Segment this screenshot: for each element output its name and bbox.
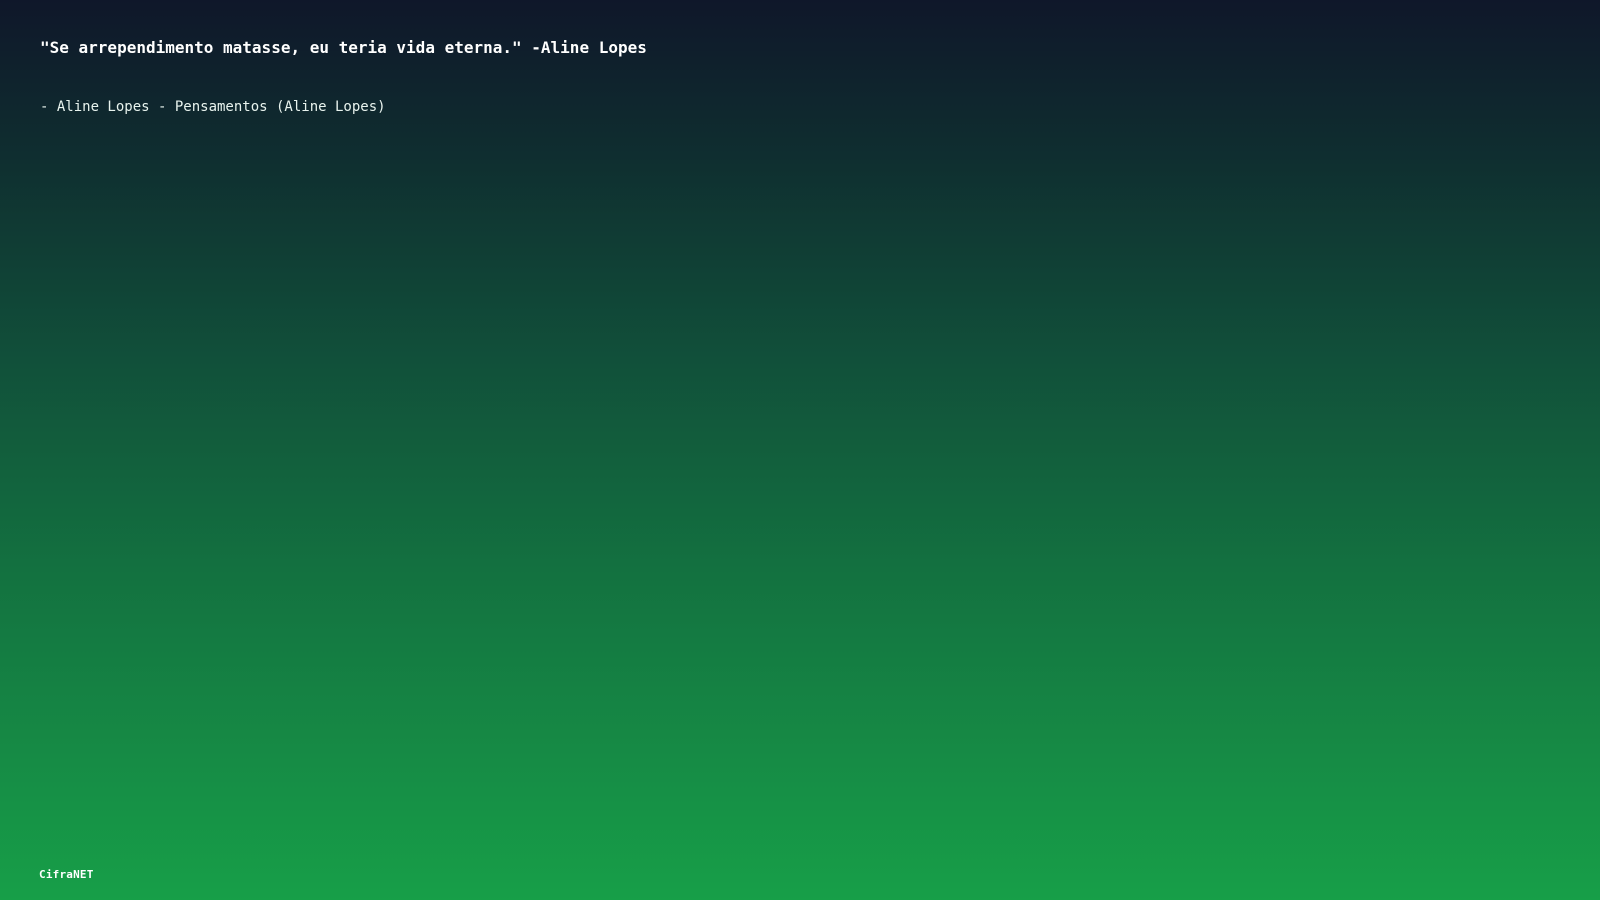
quote-attribution: - Aline Lopes - Pensamentos (Aline Lopes… [40,99,386,115]
brand-logo-text: CifraNET [39,868,94,881]
quote-screen: "Se arrependimento matasse, eu teria vid… [0,0,1600,900]
quote-text: "Se arrependimento matasse, eu teria vid… [40,38,647,57]
